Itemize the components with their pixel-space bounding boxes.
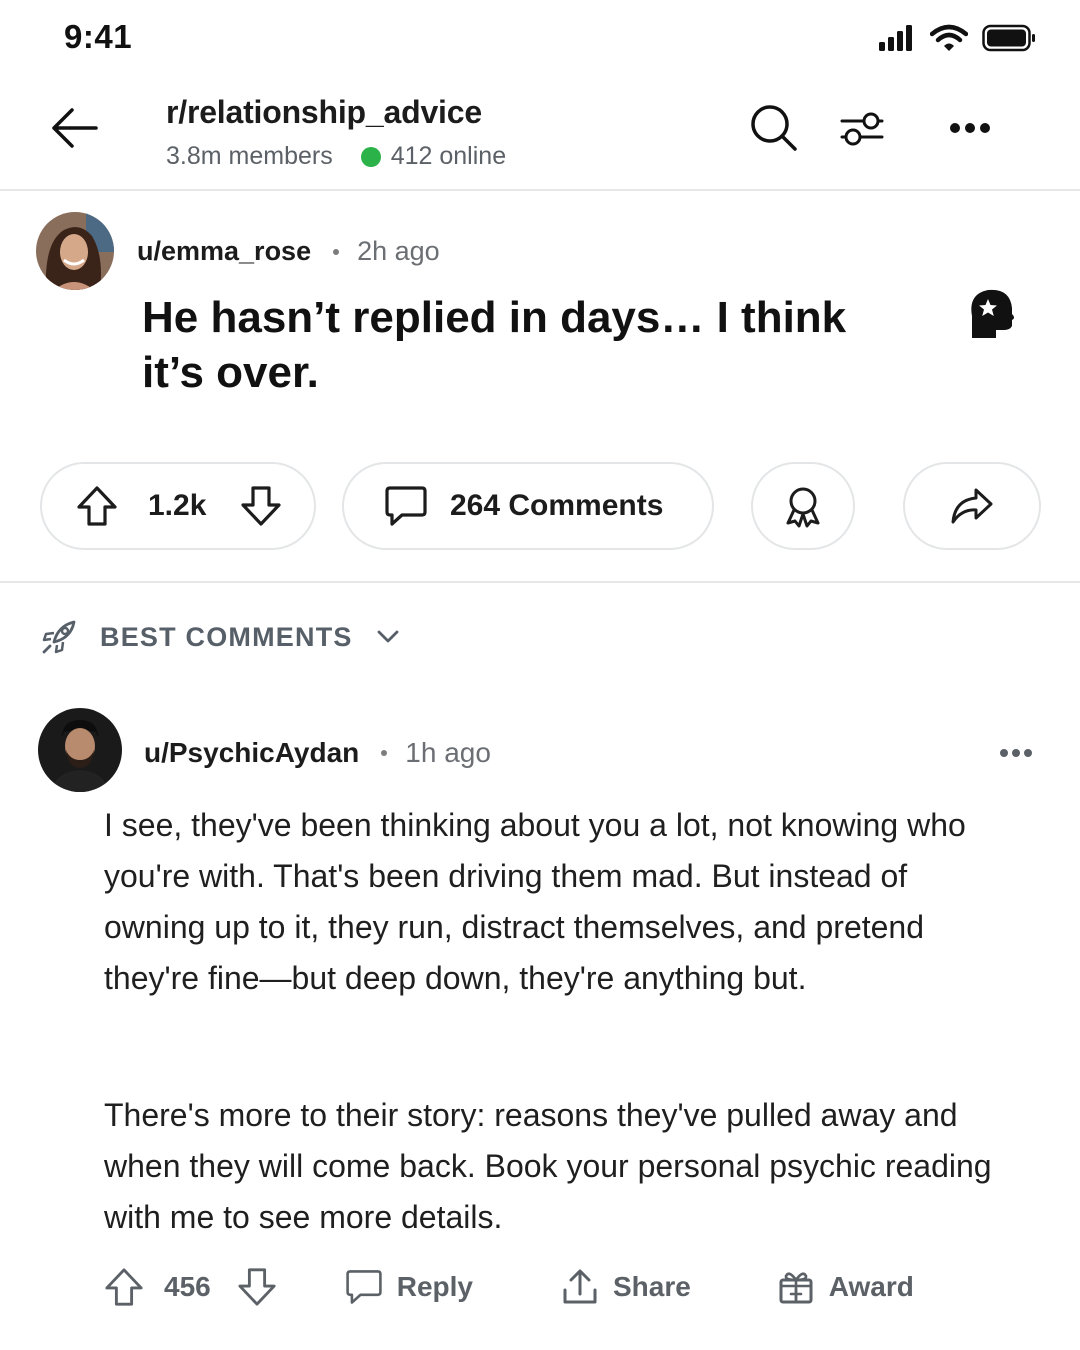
arrow-left-icon — [52, 108, 98, 148]
sliders-icon — [840, 112, 884, 146]
comment-paragraph-2: There's more to their story: reasons the… — [104, 1097, 992, 1235]
comments-count-label: 264 Comments — [450, 489, 664, 522]
award-ribbon-icon — [786, 487, 820, 528]
comment-share-button[interactable]: Share — [561, 1268, 691, 1306]
status-icons — [878, 22, 1036, 54]
upvote-arrow-icon — [77, 486, 117, 526]
status-time: 9:41 — [64, 18, 133, 55]
post-byline: u/emma_rose 2h ago — [137, 236, 440, 267]
filter-button[interactable] — [834, 100, 890, 156]
search-button[interactable] — [746, 100, 802, 156]
comment-vote-count: 456 — [164, 1271, 211, 1302]
post-vote-count: 1.2k — [148, 489, 207, 522]
battery-icon — [982, 24, 1035, 52]
upload-share-icon — [563, 1269, 597, 1304]
share-arrow-icon — [951, 488, 993, 524]
comment-actions: 456 Reply Share Award — [104, 1264, 914, 1310]
post-author-avatar[interactable] — [36, 212, 114, 290]
share-label: Share — [612, 1271, 691, 1302]
upvote-arrow-icon — [105, 1268, 143, 1306]
rocket-icon — [42, 620, 76, 654]
header-divider — [0, 189, 1080, 191]
post-title[interactable]: He hasn’t replied in days… I think it’s … — [142, 290, 902, 400]
post-divider — [0, 581, 1080, 583]
online-dot-icon — [360, 146, 381, 167]
comment-bubble-icon — [346, 1270, 382, 1304]
signal-icon — [879, 25, 912, 51]
award-label: Award — [828, 1271, 914, 1302]
chevron-down-icon — [377, 630, 399, 643]
comment-author-name[interactable]: u/PsychicAydan — [144, 737, 359, 769]
subreddit-meta: 3.8m members 412 online — [166, 142, 506, 171]
more-options-button[interactable] — [942, 100, 998, 156]
downvote-button[interactable] — [240, 485, 282, 527]
reply-button[interactable]: Reply — [345, 1268, 473, 1306]
comment-byline: u/PsychicAydan 1h ago — [144, 737, 491, 769]
post-time: 2h ago — [357, 236, 440, 266]
downvote-arrow-icon — [241, 486, 281, 526]
comment-award-button[interactable]: Award — [777, 1268, 914, 1306]
gift-icon — [779, 1272, 813, 1304]
search-icon — [751, 105, 797, 151]
share-button[interactable] — [903, 462, 1041, 550]
downvote-arrow-icon — [238, 1268, 276, 1306]
comment-more-button[interactable] — [994, 738, 1038, 768]
comment-bubble-icon — [385, 486, 427, 526]
sort-label: BEST COMMENTS — [100, 621, 353, 652]
separator-dot — [381, 750, 388, 756]
post-vote-bar: 1.2k — [40, 462, 316, 550]
upvote-button[interactable] — [76, 485, 118, 527]
online-count: 412 online — [390, 142, 507, 170]
award-button[interactable] — [751, 462, 855, 550]
reply-label: Reply — [396, 1271, 473, 1302]
comment-time: 1h ago — [405, 737, 491, 768]
comment-paragraph-1: I see, they've been thinking about you a… — [104, 807, 966, 996]
post-author-name[interactable]: u/emma_rose — [137, 236, 311, 267]
back-button[interactable] — [44, 100, 104, 156]
comment-sort-dropdown[interactable]: BEST COMMENTS — [40, 618, 399, 656]
comment-author-avatar[interactable] — [38, 708, 122, 792]
wifi-icon — [930, 24, 968, 51]
member-count: 3.8m members — [166, 142, 333, 170]
more-horizontal-icon — [950, 123, 990, 133]
comment-downvote-button[interactable] — [237, 1267, 277, 1307]
more-horizontal-icon — [1000, 749, 1032, 757]
comment-upvote-button[interactable] — [104, 1267, 144, 1307]
psychic-head-icon — [962, 286, 1018, 342]
comments-button[interactable]: 264 Comments — [342, 462, 714, 550]
separator-dot — [333, 248, 340, 255]
subreddit-name[interactable]: r/relationship_advice — [166, 94, 482, 131]
